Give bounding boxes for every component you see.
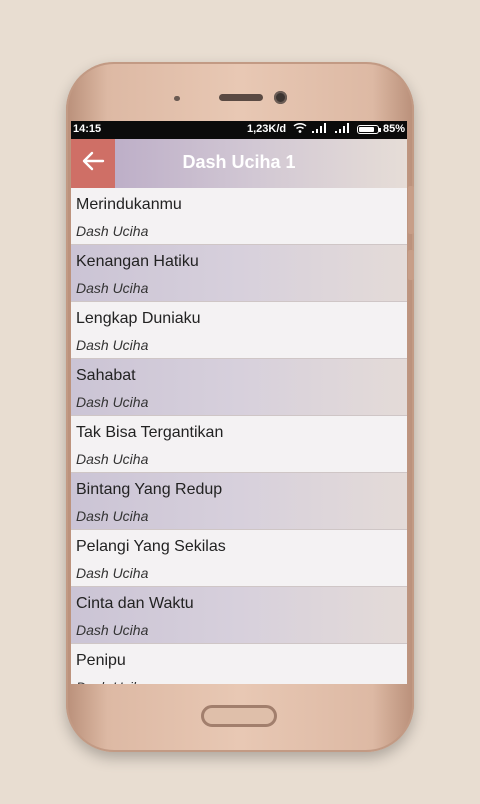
- song-list-item[interactable]: Tak Bisa Tergantikan Dash Uciha: [71, 416, 407, 473]
- song-list-item[interactable]: Penipu Dash Uciha: [71, 644, 407, 684]
- song-title: Cinta dan Waktu: [76, 595, 194, 612]
- song-artist: Dash Uciha: [76, 223, 149, 239]
- song-title: Penipu: [76, 652, 126, 669]
- song-title: Kenangan Hatiku: [76, 253, 199, 270]
- song-list-item[interactable]: Lengkap Duniaku Dash Uciha: [71, 302, 407, 359]
- song-list-item[interactable]: Kenangan Hatiku Dash Uciha: [71, 245, 407, 302]
- song-artist: Dash Uciha: [76, 451, 149, 467]
- battery-tip: [379, 128, 381, 132]
- song-artist: Dash Uciha: [76, 679, 148, 684]
- song-artist: Dash Uciha: [76, 622, 149, 638]
- song-artist: Dash Uciha: [76, 565, 149, 581]
- page-title: Dash Uciha 1: [71, 152, 407, 173]
- song-artist: Dash Uciha: [76, 280, 149, 296]
- song-artist: Dash Uciha: [76, 508, 149, 524]
- song-artist: Dash Uciha: [76, 337, 149, 353]
- page-title-text: Dash Uciha 1: [182, 152, 296, 172]
- network-speed: 1,23K/d: [247, 123, 287, 135]
- signal-icon: [311, 122, 327, 136]
- status-bar: 14:15 1,23K/d 85%: [71, 121, 407, 139]
- proximity-sensor: [174, 96, 180, 101]
- song-list-item[interactable]: Sahabat Dash Uciha: [71, 359, 407, 416]
- song-title: Merindukanmu: [76, 196, 182, 213]
- song-title: Sahabat: [76, 367, 136, 384]
- song-title: Bintang Yang Redup: [76, 481, 223, 498]
- wifi-icon: [293, 122, 307, 137]
- song-list[interactable]: Merindukanmu Dash Uciha Kenangan Hatiku Das…: [71, 188, 407, 684]
- song-title: Pelangi Yang Sekilas: [76, 538, 226, 555]
- battery-level-fill: [359, 127, 374, 132]
- power-button: [408, 250, 414, 280]
- app-bar: Dash Uciha 1: [71, 139, 407, 188]
- song-list-item[interactable]: Pelangi Yang Sekilas Dash Uciha: [71, 530, 407, 587]
- song-title: Lengkap Duniaku: [76, 310, 201, 327]
- battery-percent: 85%: [383, 123, 406, 135]
- signal-icon: [334, 122, 350, 136]
- phone-screen: 14:15 1,23K/d 85% Dash Uciha 1 Merinduka…: [71, 121, 407, 684]
- song-list-item[interactable]: Cinta dan Waktu Dash Uciha: [71, 587, 407, 644]
- song-list-item[interactable]: Bintang Yang Redup Dash Uciha: [71, 473, 407, 530]
- status-time: 14:15: [73, 123, 102, 135]
- battery-icon: [357, 125, 379, 134]
- song-artist: Dash Uciha: [76, 394, 149, 410]
- front-camera: [274, 91, 287, 104]
- song-list-item[interactable]: Merindukanmu Dash Uciha: [71, 188, 407, 245]
- volume-button: [408, 186, 414, 234]
- home-button[interactable]: [201, 705, 277, 727]
- earpiece-speaker: [219, 94, 263, 101]
- song-title: Tak Bisa Tergantikan: [76, 424, 224, 441]
